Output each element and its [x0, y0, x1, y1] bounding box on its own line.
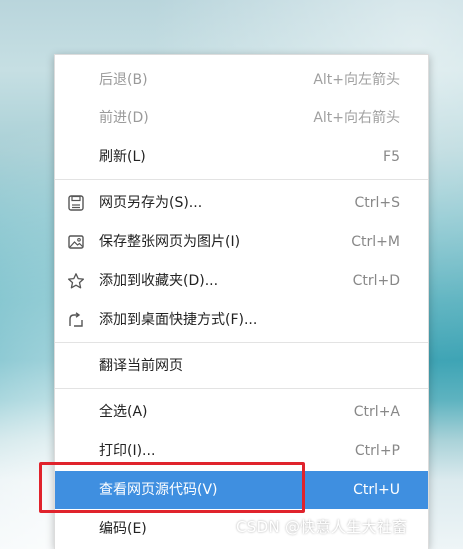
menu-item-save-page-as[interactable]: 网页另存为(S)... Ctrl+S	[55, 184, 428, 222]
menu-item-shortcut: F5	[383, 149, 400, 165]
menu-item-shortcut: Ctrl+M	[351, 234, 400, 250]
desktop-background: 后退(B) Alt+向左箭头 前进(D) Alt+向右箭头 刷新(L) F5 网…	[0, 0, 463, 549]
menu-separator	[55, 179, 428, 180]
menu-item-label: 添加到收藏夹(D)...	[99, 273, 219, 289]
menu-item-label: 全选(A)	[99, 404, 148, 420]
menu-item-translate[interactable]: 翻译当前网页	[55, 347, 428, 385]
menu-item-select-all[interactable]: 全选(A) Ctrl+A	[55, 393, 428, 431]
image-icon	[67, 233, 85, 251]
menu-item-label: 网页另存为(S)...	[99, 195, 203, 211]
menu-item-shortcut: Alt+向右箭头	[313, 110, 400, 126]
shortcut-icon	[67, 311, 85, 329]
menu-item-add-favorite[interactable]: 添加到收藏夹(D)... Ctrl+D	[55, 262, 428, 300]
watermark: CSDN @快意人生大社畜	[236, 518, 408, 536]
menu-item-refresh[interactable]: 刷新(L) F5	[55, 138, 428, 176]
menu-item-label: 后退(B)	[99, 72, 148, 88]
menu-item-shortcut: Ctrl+D	[352, 273, 400, 289]
menu-item-desktop-shortcut[interactable]: 添加到桌面快捷方式(F)...	[55, 301, 428, 339]
menu-item-label: 翻译当前网页	[99, 358, 183, 374]
star-icon	[67, 272, 85, 290]
menu-item-shortcut: Ctrl+U	[353, 482, 400, 498]
menu-item-view-source[interactable]: 查看网页源代码(V) Ctrl+U	[55, 471, 428, 509]
save-icon	[67, 194, 85, 212]
menu-item-print[interactable]: 打印(I)... Ctrl+P	[55, 432, 428, 470]
menu-item-label: 编码(E)	[99, 521, 147, 537]
menu-item-shortcut: Ctrl+A	[353, 404, 400, 420]
menu-item-label: 刷新(L)	[99, 149, 146, 165]
menu-separator	[55, 342, 428, 343]
menu-item-shortcut: Ctrl+S	[354, 195, 400, 211]
menu-separator	[55, 388, 428, 389]
menu-item-label: 查看网页源代码(V)	[99, 482, 218, 498]
menu-item-shortcut: Alt+向左箭头	[313, 72, 400, 88]
menu-item-label: 前进(D)	[99, 110, 149, 126]
menu-item-save-as-image[interactable]: 保存整张网页为图片(I) Ctrl+M	[55, 223, 428, 261]
menu-item-shortcut: Ctrl+P	[354, 443, 400, 459]
menu-item-forward[interactable]: 前进(D) Alt+向右箭头	[55, 99, 428, 137]
context-menu: 后退(B) Alt+向左箭头 前进(D) Alt+向右箭头 刷新(L) F5 网…	[54, 54, 429, 549]
menu-item-label: 打印(I)...	[99, 443, 156, 459]
menu-item-label: 保存整张网页为图片(I)	[99, 234, 241, 250]
menu-item-back[interactable]: 后退(B) Alt+向左箭头	[55, 61, 428, 99]
menu-item-label: 添加到桌面快捷方式(F)...	[99, 312, 258, 328]
